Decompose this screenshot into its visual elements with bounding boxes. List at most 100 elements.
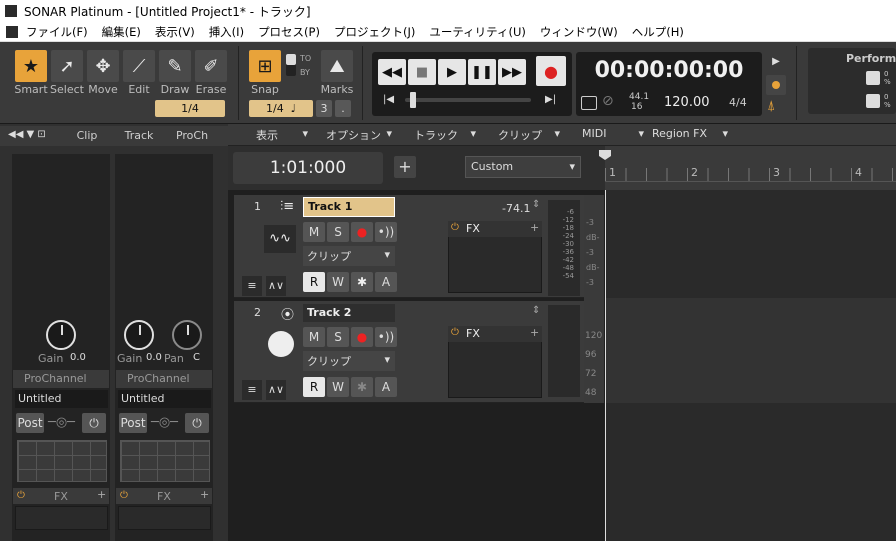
tab-clip[interactable]: Clip xyxy=(62,129,112,142)
rewind-button[interactable]: ◀◀ xyxy=(378,59,406,85)
track-2-monitor-button[interactable]: •)) xyxy=(375,327,397,347)
post-button-2[interactable]: Post xyxy=(119,413,147,433)
gain-value-2[interactable]: 0.0 xyxy=(146,352,162,363)
marks-button[interactable]: ⛰ xyxy=(321,50,353,82)
menu-project[interactable]: プロジェクト(J) xyxy=(334,24,415,40)
preset-field-1[interactable]: Untitled xyxy=(15,390,108,408)
audio-engine-icon[interactable] xyxy=(581,96,597,110)
inspector-options-icon[interactable]: ◀◀ ▼ ⊡ xyxy=(8,129,46,140)
gain-knob-2[interactable] xyxy=(124,320,154,350)
track-1-align-icon[interactable]: ≡ xyxy=(242,276,262,296)
resolution-dropdown[interactable]: 1/4 xyxy=(155,100,225,117)
track-2-align-icon[interactable]: ≡ xyxy=(242,380,262,400)
meter-display[interactable]: 4/4 xyxy=(729,96,747,109)
menu-view-tv[interactable]: 表示 ▾ xyxy=(232,127,312,143)
track-2-expand-icon[interactable]: ⇕ xyxy=(532,305,540,316)
position-slider[interactable] xyxy=(405,98,531,102)
fx-add-icon-2[interactable]: + xyxy=(200,488,209,501)
pan-knob-2[interactable] xyxy=(172,320,202,350)
fx-power-icon-2[interactable]: ⏻ xyxy=(120,490,128,501)
snap-toggle-button[interactable]: ⊞ xyxy=(249,50,281,82)
add-track-button[interactable]: + xyxy=(394,156,416,178)
menu-clip-tv[interactable]: クリップ ▾ xyxy=(484,127,564,143)
fx-power-icon[interactable]: ⏻ xyxy=(451,327,459,338)
fx-bin-2[interactable] xyxy=(118,506,211,530)
gain-value-1[interactable]: 0.0 xyxy=(70,352,86,363)
track-1-automation-icon[interactable]: ∧∨ xyxy=(266,276,286,296)
edit-tool-button[interactable]: ⟋ xyxy=(123,50,155,82)
eq-graph-1[interactable] xyxy=(17,440,107,482)
expand-arrow-icon[interactable]: ▶ xyxy=(766,52,786,72)
select-tool-button[interactable]: ➚ xyxy=(51,50,83,82)
play-button[interactable]: ▶ xyxy=(438,59,466,85)
triplet-button[interactable]: 3 xyxy=(316,100,332,117)
move-tool-button[interactable]: ✥ xyxy=(87,50,119,82)
post-button-1[interactable]: Post xyxy=(16,413,44,433)
menu-insert[interactable]: 挿入(I) xyxy=(209,24,244,40)
track-1-archive-button[interactable]: A xyxy=(375,272,397,292)
timeline-ruler[interactable]: 1 2 3 4 xyxy=(599,146,896,190)
track-2-solo-button[interactable]: S xyxy=(327,327,349,347)
metronome-off-icon[interactable]: ⊘ xyxy=(602,93,614,109)
fx-power-icon-1[interactable]: ⏻ xyxy=(17,490,25,501)
now-time-display[interactable]: 1:01:000 xyxy=(233,152,383,184)
track-2-write-button[interactable]: W xyxy=(327,377,349,397)
snap-to-by-switch[interactable] xyxy=(286,54,296,76)
track-2-fx-bypass-button[interactable]: ✱ xyxy=(351,377,373,397)
track-1-fx-bypass-button[interactable]: ✱ xyxy=(351,272,373,292)
track-2-archive-button[interactable]: A xyxy=(375,377,397,397)
menu-regionfx-tv[interactable]: Region FX ▾ xyxy=(650,127,732,143)
track-template-dropdown[interactable]: Custom ▾ xyxy=(465,156,581,178)
draw-tool-button[interactable]: ✎ xyxy=(159,50,191,82)
smart-tool-button[interactable]: ★ xyxy=(15,50,47,82)
track-1-input-dropdown[interactable]: クリップ ▾ xyxy=(303,246,395,266)
menu-view[interactable]: 表示(V) xyxy=(155,24,195,40)
track-1-volume[interactable]: -74.1 xyxy=(502,202,530,215)
fx-bin-1[interactable] xyxy=(15,506,108,530)
erase-tool-button[interactable]: ✐ xyxy=(195,50,227,82)
pause-button[interactable]: ❚❚ xyxy=(468,59,496,85)
menu-file[interactable]: ファイル(F) xyxy=(26,24,88,40)
track-1-read-button[interactable]: R xyxy=(303,272,325,292)
go-to-start-icon[interactable]: |◀ xyxy=(383,94,394,105)
fast-forward-button[interactable]: ▶▶ xyxy=(498,59,526,85)
track-2-fx-add-icon[interactable]: + xyxy=(530,326,539,339)
track-2-mute-button[interactable]: M xyxy=(303,327,325,347)
track-1-expand-icon[interactable]: ⇕ xyxy=(532,199,540,210)
tab-prochannel[interactable]: ProCh xyxy=(167,129,217,142)
track-2-record-arm-button[interactable]: ● xyxy=(351,327,373,347)
clips-lane-2[interactable] xyxy=(605,298,896,403)
pan-value-2[interactable]: C xyxy=(193,352,200,363)
menu-process[interactable]: プロセス(P) xyxy=(258,24,320,40)
time-display[interactable]: 00:00:00:00 xyxy=(576,58,762,83)
go-to-end-icon[interactable]: ▶| xyxy=(545,94,556,105)
track-1-name-field[interactable]: Track 1 xyxy=(303,197,395,217)
track-2-input-dropdown[interactable]: クリップ ▾ xyxy=(303,351,395,371)
tab-track[interactable]: Track xyxy=(115,129,163,142)
dotted-button[interactable]: . xyxy=(335,100,351,117)
power-button-1[interactable]: ⏻ xyxy=(82,413,106,433)
menu-midi-tv[interactable]: MIDI ▾ xyxy=(568,127,648,143)
record-button[interactable]: ● xyxy=(536,56,566,86)
loop-button[interactable] xyxy=(766,75,786,95)
track-2-read-button[interactable]: R xyxy=(303,377,325,397)
menu-utilities[interactable]: ユーティリティ(U) xyxy=(429,24,526,40)
track-2-automation-icon[interactable]: ∧∨ xyxy=(266,380,286,400)
track-1-record-arm-button[interactable]: ● xyxy=(351,222,373,242)
track-1-solo-button[interactable]: S xyxy=(327,222,349,242)
track-1-write-button[interactable]: W xyxy=(327,272,349,292)
gain-knob-1[interactable] xyxy=(46,320,76,350)
metronome-icon[interactable]: ⍋ xyxy=(767,98,775,114)
menu-track-tv[interactable]: トラック ▾ xyxy=(400,127,480,143)
eq-graph-2[interactable] xyxy=(120,440,210,482)
preset-field-2[interactable]: Untitled xyxy=(118,390,211,408)
tempo-display[interactable]: 120.00 xyxy=(664,95,710,110)
track-1-monitor-button[interactable]: •)) xyxy=(375,222,397,242)
track-2-name-field[interactable]: Track 2 xyxy=(303,304,395,322)
snap-value-dropdown[interactable]: 1/4 ♩ xyxy=(249,100,313,117)
menu-options-tv[interactable]: オプション ▾ xyxy=(316,127,396,143)
menu-edit[interactable]: 編集(E) xyxy=(102,24,141,40)
menu-window[interactable]: ウィンドウ(W) xyxy=(540,24,618,40)
track-1-fx-add-icon[interactable]: + xyxy=(530,221,539,234)
fx-power-icon[interactable]: ⏻ xyxy=(451,222,459,233)
